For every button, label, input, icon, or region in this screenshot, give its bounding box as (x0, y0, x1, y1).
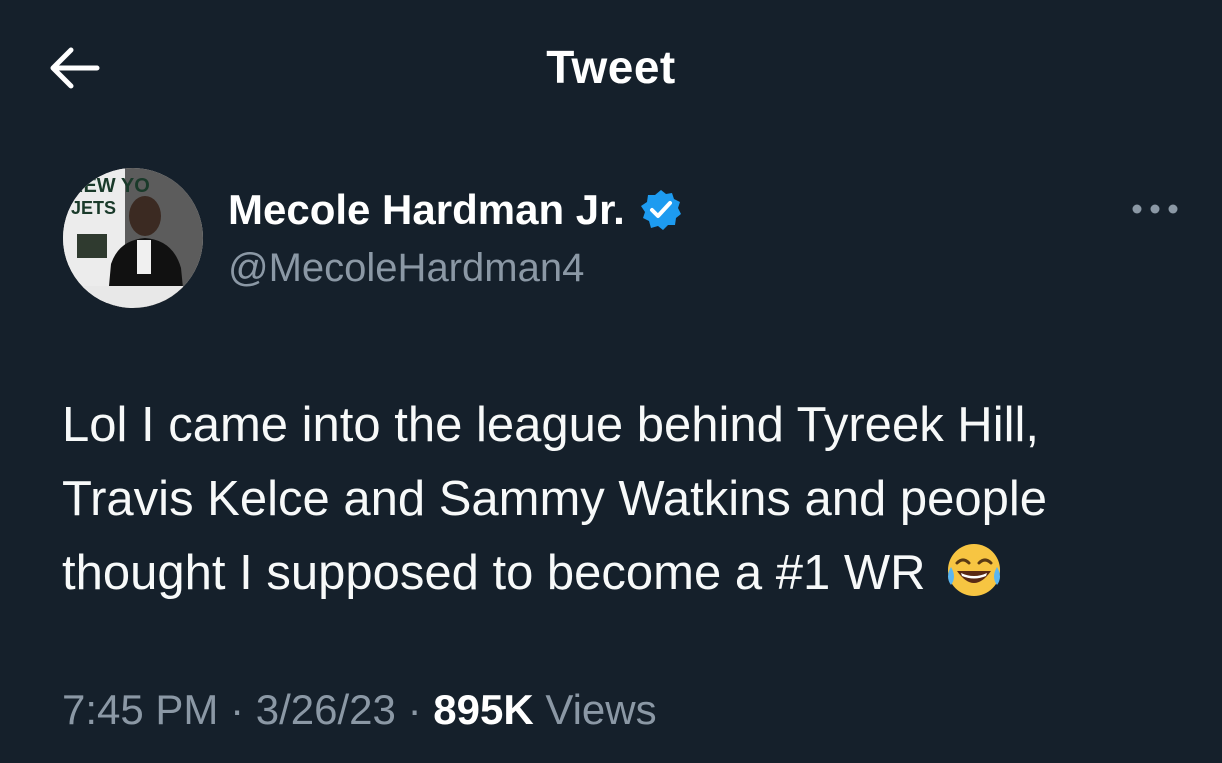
views-count[interactable]: 895K (433, 686, 533, 733)
views-label[interactable]: Views (545, 686, 656, 733)
avatar-text-bottom: JETS (71, 198, 116, 218)
verified-badge-icon (640, 190, 681, 230)
laughing-crying-emoji-icon (948, 544, 1001, 596)
tweet-body: Lol I came into the league behind Tyreek… (62, 398, 1047, 600)
tweet-meta: 7:45 PM · 3/26/23 · 895K Views (62, 686, 657, 734)
avatar-text-top: NEW YO (69, 175, 150, 197)
author-display-name[interactable]: Mecole Hardman Jr. (228, 186, 625, 234)
page-title: Tweet (546, 41, 676, 93)
more-dots-icon (1132, 204, 1178, 214)
tweet-text: Lol I came into the league behind Tyreek… (62, 388, 1182, 610)
meta-separator: · (230, 686, 245, 733)
avatar[interactable]: NEW YO JETS (63, 168, 203, 308)
meta-separator: · (407, 686, 422, 733)
tweet-time[interactable]: 7:45 PM (62, 686, 218, 733)
author-handle[interactable]: @MecoleHardman4 (228, 246, 584, 291)
author-name-row[interactable]: Mecole Hardman Jr. (228, 186, 683, 234)
tweet-date[interactable]: 3/26/23 (256, 686, 396, 733)
avatar-image: NEW YO JETS (63, 168, 203, 308)
more-options-button[interactable] (1124, 192, 1186, 226)
